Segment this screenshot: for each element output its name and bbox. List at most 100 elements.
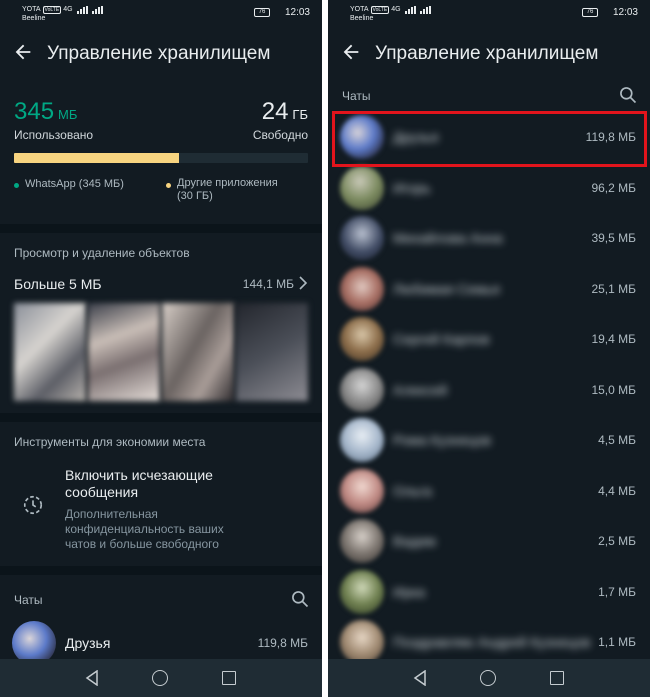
chat-size: 39,5 МБ	[591, 231, 636, 245]
signal-icon	[76, 5, 88, 14]
highlight-box	[332, 111, 647, 167]
media-thumbnail[interactable]	[88, 303, 160, 401]
status-time: 12:03	[612, 7, 638, 18]
chat-avatar	[340, 468, 384, 513]
chat-name: Михайлова Анна	[393, 230, 503, 246]
chat-avatar	[340, 165, 384, 210]
signal-icon	[404, 5, 416, 14]
carrier-1: YOTA	[22, 6, 41, 13]
section-divider	[0, 224, 322, 233]
storage-free: 24 ГБ Свободно	[253, 98, 308, 142]
disappearing-messages-tool[interactable]: Включить исчезающие сообщения Дополнител…	[0, 464, 322, 554]
page-title: Управление хранилищем	[47, 43, 271, 64]
tool-title: Включить исчезающие сообщения	[65, 467, 213, 500]
chat-name: Ольга	[393, 482, 432, 499]
section-divider	[0, 566, 322, 575]
nav-home-icon[interactable]	[152, 670, 168, 686]
chat-avatar	[340, 620, 384, 664]
chat-name: Поздравляю Андрей Кузнецов	[393, 634, 591, 650]
large-files-row[interactable]: Больше 5 МБ 144,1 МБ	[14, 276, 308, 296]
search-icon[interactable]	[290, 589, 310, 609]
chat-row[interactable]: Алексей 15,0 МБ	[328, 365, 650, 416]
app-bar: Управление хранилищем	[0, 30, 322, 76]
tools-section-title: Инструменты для экономии места	[14, 435, 206, 449]
nav-recent-icon[interactable]	[550, 671, 564, 685]
chat-row[interactable]: Вадим 2,5 МБ	[328, 516, 650, 567]
large-files-thumbnails[interactable]	[14, 303, 308, 401]
large-files-label: Больше 5 МБ	[14, 276, 102, 292]
chat-name: Друзья	[65, 635, 111, 651]
carrier-2: Beeline	[350, 15, 374, 22]
chats-label: Чаты	[14, 593, 43, 607]
chat-name: Алексей	[393, 381, 448, 398]
comparison-image: YOTA VoLTE 4G Beeline 76 12:03 Управлени…	[0, 0, 650, 697]
chat-row[interactable]: Сергей Карпов 19,4 МБ	[328, 314, 650, 365]
storage-used: 345 МБ Использовано	[14, 98, 93, 142]
legend-whatsapp: WhatsApp (345 МБ)	[14, 178, 124, 190]
media-thumbnail[interactable]	[14, 303, 86, 401]
legend-other-apps: Другие приложения (30 ГБ)	[166, 177, 296, 203]
nav-home-icon[interactable]	[480, 670, 496, 686]
chat-avatar	[340, 266, 384, 311]
network-type: 4G	[391, 6, 401, 13]
large-files-size: 144,1 МБ	[242, 277, 294, 291]
chat-size: 15,0 МБ	[591, 382, 636, 397]
back-arrow-icon[interactable]	[340, 40, 362, 64]
disappearing-timer-icon	[23, 495, 43, 515]
status-bar: YOTA VoLTE 4G Beeline 76 12:03	[0, 0, 322, 28]
nav-recent-icon[interactable]	[222, 671, 236, 685]
back-arrow-icon[interactable]	[12, 40, 34, 64]
chat-size: 4,5 МБ	[598, 433, 636, 447]
chat-row[interactable]: Игорь 96,2 МБ	[328, 163, 650, 214]
page-title: Управление хранилищем	[375, 43, 599, 64]
volte-badge: VoLTE	[42, 5, 62, 14]
chevron-right-icon	[299, 276, 308, 290]
chat-avatar	[340, 519, 384, 563]
chat-size: 96,2 МБ	[591, 180, 636, 195]
storage-usage-fill	[14, 153, 179, 163]
operator-info: YOTA VoLTE 4G Beeline	[22, 5, 103, 23]
chat-avatar	[340, 418, 384, 462]
app-bar: Управление хранилищем	[328, 30, 650, 76]
system-nav-bar	[0, 659, 322, 697]
chat-row[interactable]: Любимая Семья 25,1 МБ	[328, 264, 650, 315]
chat-row[interactable]: Михайлова Анна 39,5 МБ	[328, 213, 650, 264]
system-nav-bar	[328, 659, 650, 697]
signal-icon	[91, 5, 103, 14]
nav-back-icon[interactable]	[413, 670, 427, 686]
legend-whatsapp-label: WhatsApp (345 МБ)	[25, 178, 124, 190]
search-icon[interactable]	[618, 85, 638, 105]
tool-description: Дополнительная конфиденциальность ваших …	[65, 507, 224, 551]
chat-row[interactable]: Ольга 4,4 МБ	[328, 466, 650, 517]
free-unit: ГБ	[292, 107, 308, 122]
media-thumbnail[interactable]	[236, 303, 308, 401]
screen-separator	[322, 0, 328, 697]
nav-back-icon[interactable]	[85, 670, 99, 686]
chat-size: 119,8 МБ	[257, 636, 308, 650]
chats-header: Чаты	[14, 589, 310, 611]
whatsapp-dot-icon	[14, 183, 19, 188]
chat-name: Игорь	[393, 179, 431, 196]
network-type: 4G	[63, 6, 73, 13]
used-value: 345	[14, 98, 55, 125]
storage-usage-bar	[14, 153, 308, 163]
chat-avatar	[340, 569, 384, 614]
chat-name: Ирка	[393, 583, 426, 600]
status-time: 12:03	[284, 7, 310, 18]
chat-size: 1,7 МБ	[598, 584, 636, 599]
other-apps-dot-icon	[166, 183, 171, 188]
status-bar: YOTA VoLTE 4G Beeline 76 12:03	[328, 0, 650, 28]
operator-info: YOTA VoLTE 4G Beeline	[350, 5, 431, 23]
free-label: Свободно	[252, 128, 308, 142]
legend-other-label: Другие приложения (30 ГБ)	[177, 177, 278, 202]
storage-screen-chats: YOTA VoLTE 4G Beeline 76 12:03 Управлени…	[328, 0, 650, 697]
chat-row[interactable]: Ирка 1,7 МБ	[328, 567, 650, 618]
chat-size: 2,5 МБ	[598, 534, 636, 548]
chat-name: Сергей Карпов	[393, 331, 490, 347]
chats-label: Чаты	[342, 89, 371, 103]
volte-badge: VoLTE	[370, 5, 390, 14]
chat-avatar	[340, 317, 384, 361]
chat-row[interactable]: Рома Кузнецов 4,5 МБ	[328, 415, 650, 466]
media-thumbnail[interactable]	[162, 303, 234, 401]
storage-screen-overview: YOTA VoLTE 4G Beeline 76 12:03 Управлени…	[0, 0, 322, 697]
